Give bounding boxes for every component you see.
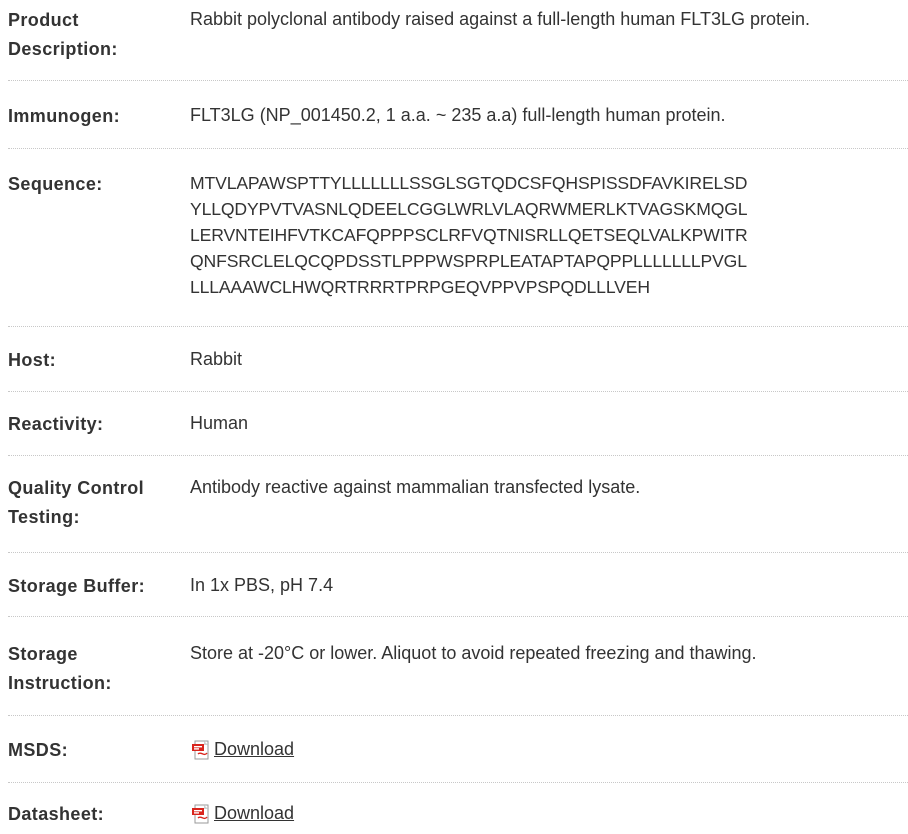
row-divider [8,326,908,327]
pdf-icon [192,804,209,823]
row-divider [8,616,908,617]
row-divider [8,80,908,81]
spec-label: Reactivity: [8,414,104,434]
datasheet-download-link[interactable]: Download [192,800,294,827]
download-label[interactable]: Download [214,736,294,763]
msds-download-link[interactable]: Download [192,736,294,763]
row-divider [8,552,908,553]
spec-value: Download [192,736,908,768]
row-divider [8,782,908,783]
spec-value: Download [192,800,908,832]
sequence-line: LERVNTEIHFVTKCAFQPPPSCLRFVQTNISRLLQETSEQ… [190,225,748,245]
spec-label: Datasheet: [8,804,105,824]
pdf-icon [192,740,209,759]
sequence-line: YLLQDYPVTVASNLQDEELCGGLWRLVLAQRWMERLKTVA… [190,199,748,219]
spec-label: MSDS: [8,740,68,760]
sequence-value: MTVLAPAWSPTTYLLLLLLLSSGLSGTQDCSFQHSPISSD… [190,170,906,300]
spec-label: Immunogen: [8,106,120,126]
spec-label: Host: [8,350,56,370]
spec-value: FLT3LG (NP_001450.2, 1 a.a. ~ 235 a.a) f… [190,105,726,125]
spec-value: Human [190,413,249,433]
spec-label: Sequence: [8,174,103,194]
spec-value: Rabbit polyclonal antibody raised agains… [190,9,811,29]
row-divider [8,148,908,149]
spec-value: Store at -20°C or lower. Aliquot to avoi… [190,643,757,663]
spec-label: Storage Instruction: [8,644,112,693]
sequence-line: LLLAAAWCLHWQRTRRRTPRPGEQVPPVPSPQDLLLVEH [190,277,650,297]
spec-label: Product Description: [8,10,118,59]
spec-value: In 1x PBS, pH 7.4 [190,575,334,595]
spec-label: Storage Buffer: [8,576,146,596]
spec-label: Quality Control Testing: [8,478,144,527]
download-label[interactable]: Download [214,800,294,827]
row-divider [8,391,908,392]
row-divider [8,455,908,456]
sequence-line: MTVLAPAWSPTTYLLLLLLLSSGLSGTQDCSFQHSPISSD… [190,173,748,193]
row-divider [8,715,908,716]
spec-value: Antibody reactive against mammalian tran… [190,477,641,497]
spec-value: Rabbit [190,349,243,369]
sequence-line: QNFSRCLELQCQPDSSTLPPPWSPRPLEATAPTAPQPPLL… [190,251,747,271]
